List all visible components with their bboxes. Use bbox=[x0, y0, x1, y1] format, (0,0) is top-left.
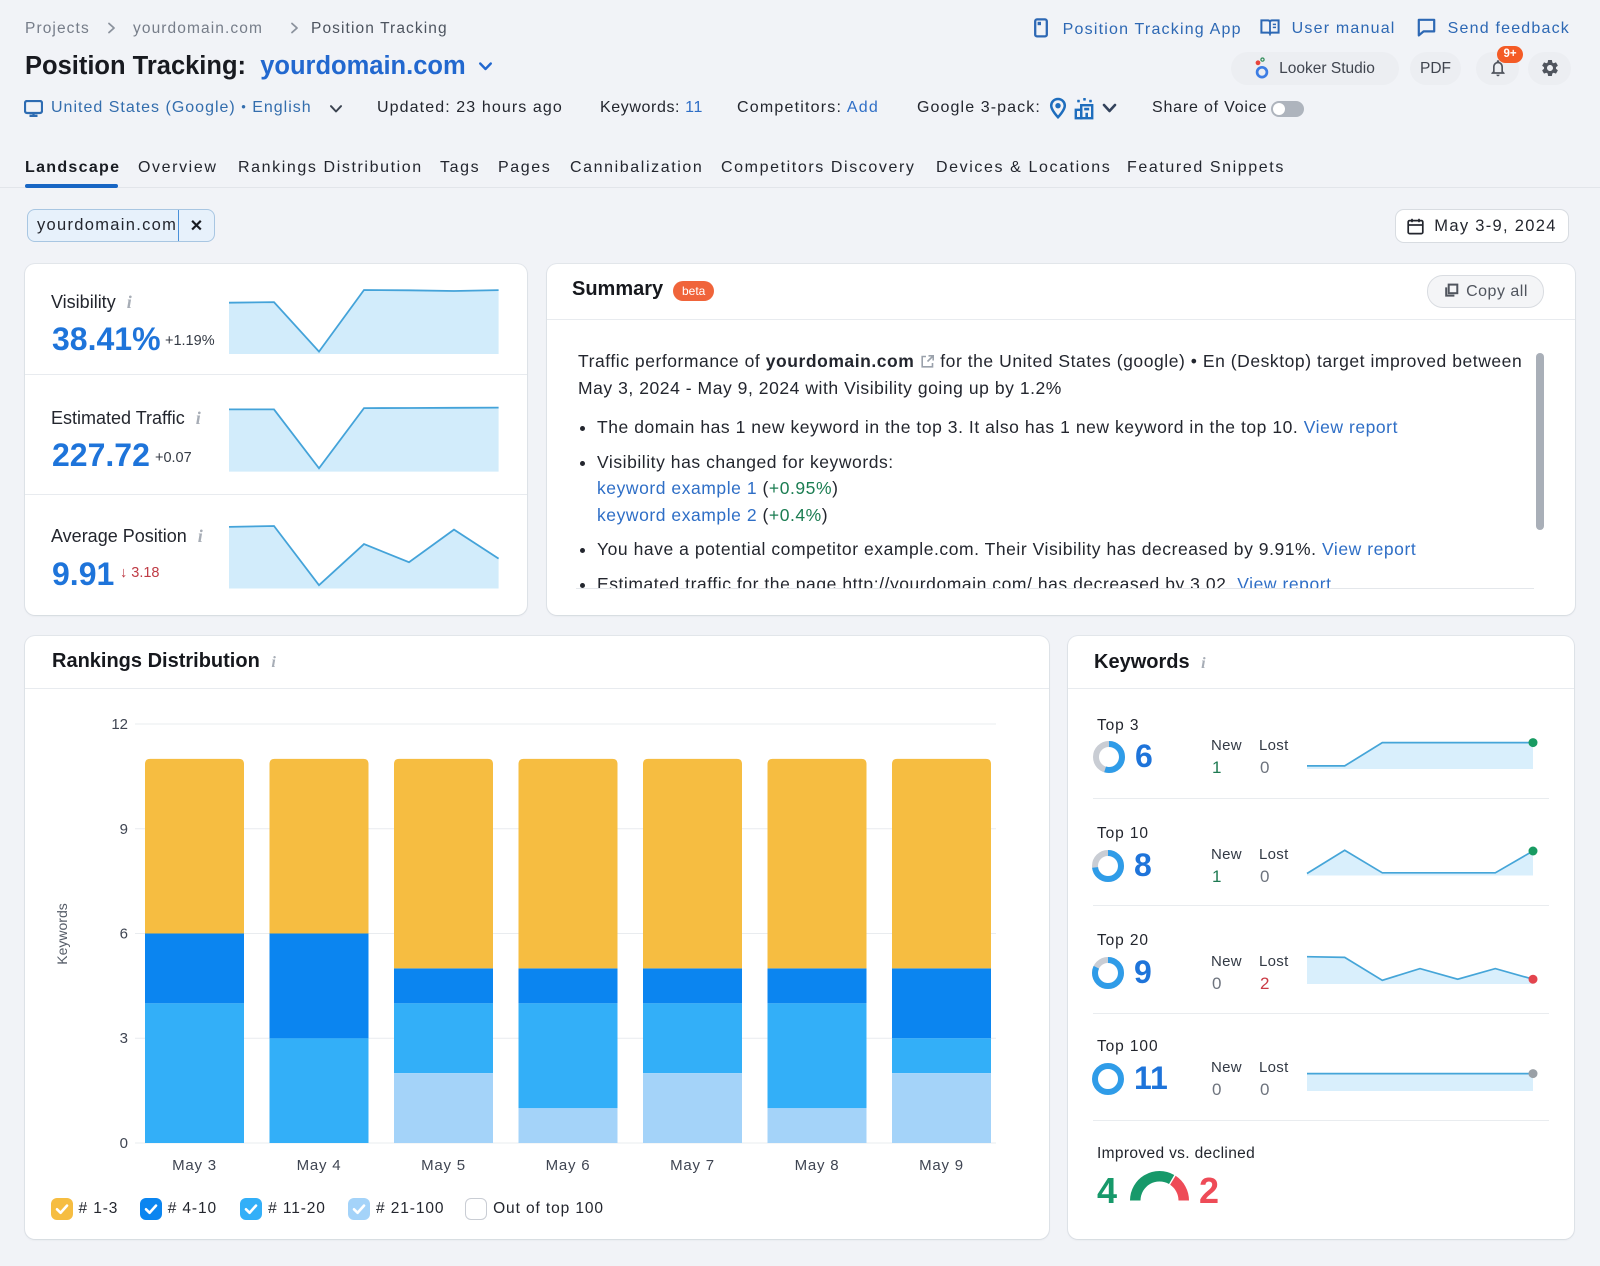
svg-text:12: 12 bbox=[111, 716, 128, 733]
svg-text:0: 0 bbox=[120, 1135, 128, 1152]
svg-text:6: 6 bbox=[120, 926, 128, 943]
svg-text:May 8: May 8 bbox=[795, 1157, 840, 1174]
svg-text:May 6: May 6 bbox=[546, 1157, 591, 1174]
svg-text:May 4: May 4 bbox=[297, 1157, 342, 1174]
svg-text:May 3: May 3 bbox=[172, 1157, 217, 1174]
svg-text:May 7: May 7 bbox=[670, 1157, 715, 1174]
svg-text:Keywords: Keywords bbox=[54, 903, 70, 964]
svg-text:May 9: May 9 bbox=[919, 1157, 964, 1174]
svg-text:3: 3 bbox=[120, 1030, 128, 1047]
svg-text:9: 9 bbox=[120, 821, 128, 838]
svg-text:May 5: May 5 bbox=[421, 1157, 466, 1174]
